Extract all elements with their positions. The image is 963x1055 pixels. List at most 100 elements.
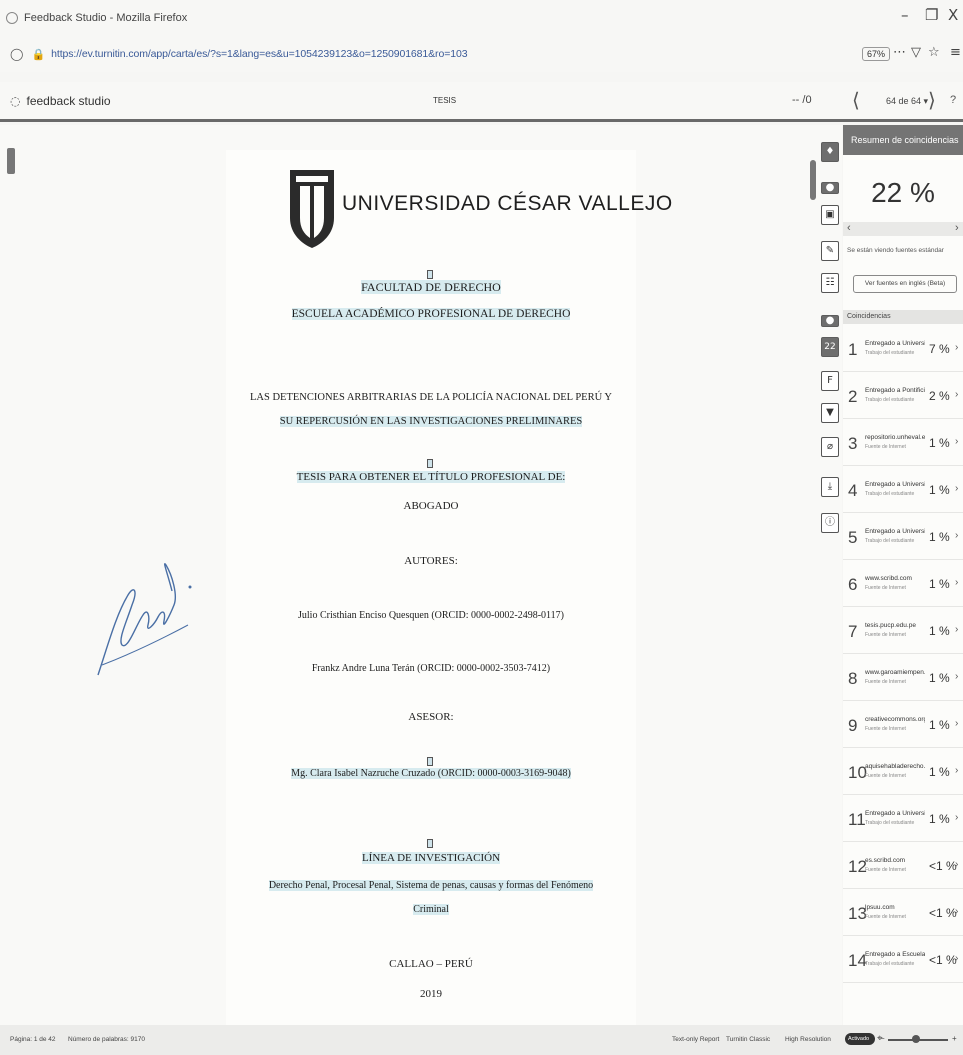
- pocket-icon[interactable]: ▽: [911, 45, 921, 60]
- text-only-report-link[interactable]: Text-only Report: [672, 1036, 719, 1043]
- paper-select[interactable]: 64 de 64 ▾: [886, 96, 928, 107]
- match-marker[interactable]: [427, 838, 433, 848]
- match-item[interactable]: 5Entregado a Universida...Trabajo del es…: [843, 518, 963, 560]
- match-marker[interactable]: [427, 756, 433, 766]
- chevron-right-icon[interactable]: ›: [955, 342, 958, 353]
- grading-icon[interactable]: ▣: [821, 205, 839, 225]
- match-item[interactable]: 3repositorio.unheval.edu...Fuente de Int…: [843, 424, 963, 466]
- more-actions-icon[interactable]: ⋯: [893, 45, 906, 60]
- match-overview-panel: Resumen de coincidencias 22 % ‹ › Se est…: [843, 125, 963, 1025]
- match-item[interactable]: 14Entregado a Escuela de...Trabajo del e…: [843, 941, 963, 983]
- minimize-button[interactable]: –: [901, 6, 909, 24]
- author-1: Julio Cristhian Enciso Quesquen (ORCID: …: [298, 610, 564, 621]
- similarity-layer-icon[interactable]: ●: [821, 315, 839, 327]
- match-marker[interactable]: [427, 458, 433, 468]
- chevron-right-icon[interactable]: ›: [955, 859, 958, 870]
- turnitin-classic-link[interactable]: Turnitin Classic: [726, 1036, 770, 1043]
- chevron-right-icon[interactable]: ›: [955, 577, 958, 588]
- match-marker[interactable]: [427, 269, 433, 279]
- zoom-out-icon[interactable]: −: [880, 1034, 885, 1043]
- match-item[interactable]: 9 creativecommons.org Fuente de Internet 1 …: [843, 706, 963, 748]
- english-sources-button[interactable]: Ver fuentes en inglés (Beta): [853, 275, 957, 293]
- chevron-right-icon[interactable]: ›: [955, 906, 958, 917]
- rubric-icon[interactable]: ☷: [821, 273, 839, 293]
- handwritten-signature: [97, 563, 192, 676]
- close-button[interactable]: X: [948, 6, 958, 24]
- authors-label: AUTORES:: [404, 555, 458, 567]
- document-page: UNIVERSIDAD CÉSAR VALLEJO FACULTAD DE DE…: [226, 150, 672, 1025]
- left-panel-handle[interactable]: [7, 148, 15, 174]
- match-item[interactable]: 7 tesis.pucp.edu.pe Fuente de Internet 1 % ›: [843, 612, 963, 654]
- advisor-name: Mg. Clara Isabel Nazruche Cruzado (ORCID…: [291, 768, 571, 779]
- chevron-right-icon[interactable]: ›: [955, 530, 958, 541]
- match-item[interactable]: 1Entregado a Universida...Trabajo del es…: [843, 330, 963, 372]
- window-title-bar: Feedback Studio - Mozilla Firefox – ❐ X: [0, 0, 963, 36]
- download-icon[interactable]: ⤓: [821, 477, 839, 497]
- school-text: ESCUELA ACADÉMICO PROFESIONAL DE DERECHO: [291, 308, 571, 320]
- window-title: Feedback Studio - Mozilla Firefox: [24, 12, 188, 24]
- word-count: Número de palabras: 9170: [68, 1036, 145, 1043]
- panel-next-icon[interactable]: ›: [955, 222, 959, 234]
- layers-icon[interactable]: ♦: [821, 142, 839, 162]
- firefox-icon: [6, 12, 18, 24]
- chevron-right-icon[interactable]: ›: [955, 389, 958, 400]
- tracking-shield-icon[interactable]: ◯: [10, 47, 23, 61]
- browser-url-bar: ◯ 🔒 https://ev.turnitin.com/app/carta/es…: [0, 36, 963, 72]
- restore-button[interactable]: ❐: [925, 6, 938, 24]
- match-item[interactable]: 4Entregado a Universida...Trabajo del es…: [843, 471, 963, 513]
- zoom-in-icon[interactable]: +: [952, 1034, 957, 1043]
- chevron-right-icon[interactable]: ›: [955, 765, 958, 776]
- match-item[interactable]: 8 www.garoamiempen... Fuente de Internet 1 …: [843, 659, 963, 701]
- menu-icon[interactable]: ≡: [950, 45, 961, 60]
- chevron-right-icon[interactable]: ›: [955, 483, 958, 494]
- chevron-right-icon[interactable]: ›: [955, 953, 958, 964]
- zoom-level[interactable]: 67%: [862, 47, 891, 61]
- info-icon[interactable]: ⓘ: [821, 513, 839, 533]
- chevron-right-icon[interactable]: ›: [955, 624, 958, 635]
- matches-header: Coincidencias: [843, 310, 963, 324]
- chevron-right-icon[interactable]: ›: [955, 671, 958, 682]
- address-field[interactable]: https://ev.turnitin.com/app/carta/es/?s=…: [51, 48, 467, 60]
- page-count: Página: 1 de 42: [10, 1036, 56, 1043]
- zoom-slider-knob[interactable]: [912, 1035, 920, 1043]
- match-item[interactable]: 10aquisehabladerecho.co...Fuente de Inte…: [843, 753, 963, 795]
- university-name: UNIVERSIDAD CÉSAR VALLEJO: [342, 192, 673, 215]
- filter-icon[interactable]: ▼: [821, 403, 839, 423]
- panel-prev-icon[interactable]: ‹: [847, 222, 851, 234]
- chevron-right-icon[interactable]: ›: [955, 718, 958, 729]
- match-item[interactable]: 11Entregado a Universida...Trabajo del e…: [843, 800, 963, 842]
- bookmark-star-icon[interactable]: ☆: [928, 45, 940, 60]
- panel-header: Resumen de coincidencias: [843, 125, 963, 155]
- lock-icon[interactable]: 🔒: [31, 48, 45, 61]
- next-paper-icon[interactable]: ⟩: [928, 88, 936, 112]
- grading-layer-icon[interactable]: ●: [821, 182, 839, 194]
- chevron-right-icon[interactable]: ›: [955, 812, 958, 823]
- tool-strip: ♦ ● ▣ ✎ ☷ ● 22 F ▼ ⌀ ⤓ ⓘ: [820, 125, 842, 1025]
- viewer-scrollbar[interactable]: [810, 160, 816, 200]
- faculty-text: FACULTAD DE DERECHO: [361, 280, 501, 294]
- research-line-1: Derecho Penal, Procesal Penal, Sistema d…: [268, 880, 594, 891]
- similarity-percentage: 22 %: [871, 177, 935, 208]
- similarity-score-badge[interactable]: 22: [821, 337, 839, 357]
- high-resolution-label: High Resolution: [785, 1036, 831, 1043]
- match-item[interactable]: 6 www.scribd.com Fuente de Internet 1 % ›: [843, 565, 963, 607]
- zoom-slider[interactable]: [888, 1035, 948, 1043]
- feedback-summary-icon[interactable]: ✎: [821, 241, 839, 261]
- high-resolution-toggle[interactable]: Activado: [845, 1033, 875, 1045]
- degree-text: ABOGADO: [403, 500, 459, 512]
- status-bar: Página: 1 de 42 Número de palabras: 9170…: [0, 1025, 963, 1055]
- match-item[interactable]: 2Entregado a Pontificia ...Trabajo del e…: [843, 377, 963, 419]
- page-number-box[interactable]: -- /0: [792, 94, 812, 106]
- viewing-sources-text: Se están viendo fuentes estándar: [847, 247, 944, 254]
- thesis-for-text: TESIS PARA OBTENER EL TÍTULO PROFESIONAL…: [296, 471, 566, 483]
- flags-icon[interactable]: F: [821, 371, 839, 391]
- panel-nav-row: ‹ ›: [843, 222, 963, 236]
- match-item[interactable]: 12 es.scribd.com Fuente de Internet <1 % ›: [843, 847, 963, 889]
- thesis-title-line-1: LAS DETENCIONES ARBITRARIAS DE LA POLICÍ…: [250, 392, 612, 403]
- help-icon[interactable]: ?: [950, 94, 956, 106]
- advisor-label: ASESOR:: [408, 711, 454, 723]
- chevron-right-icon[interactable]: ›: [955, 436, 958, 447]
- prev-paper-icon[interactable]: ⟨: [852, 88, 860, 112]
- match-item[interactable]: 13 lpsuu.com Fuente de Internet <1 % ›: [843, 894, 963, 936]
- exclude-icon[interactable]: ⌀: [821, 437, 839, 457]
